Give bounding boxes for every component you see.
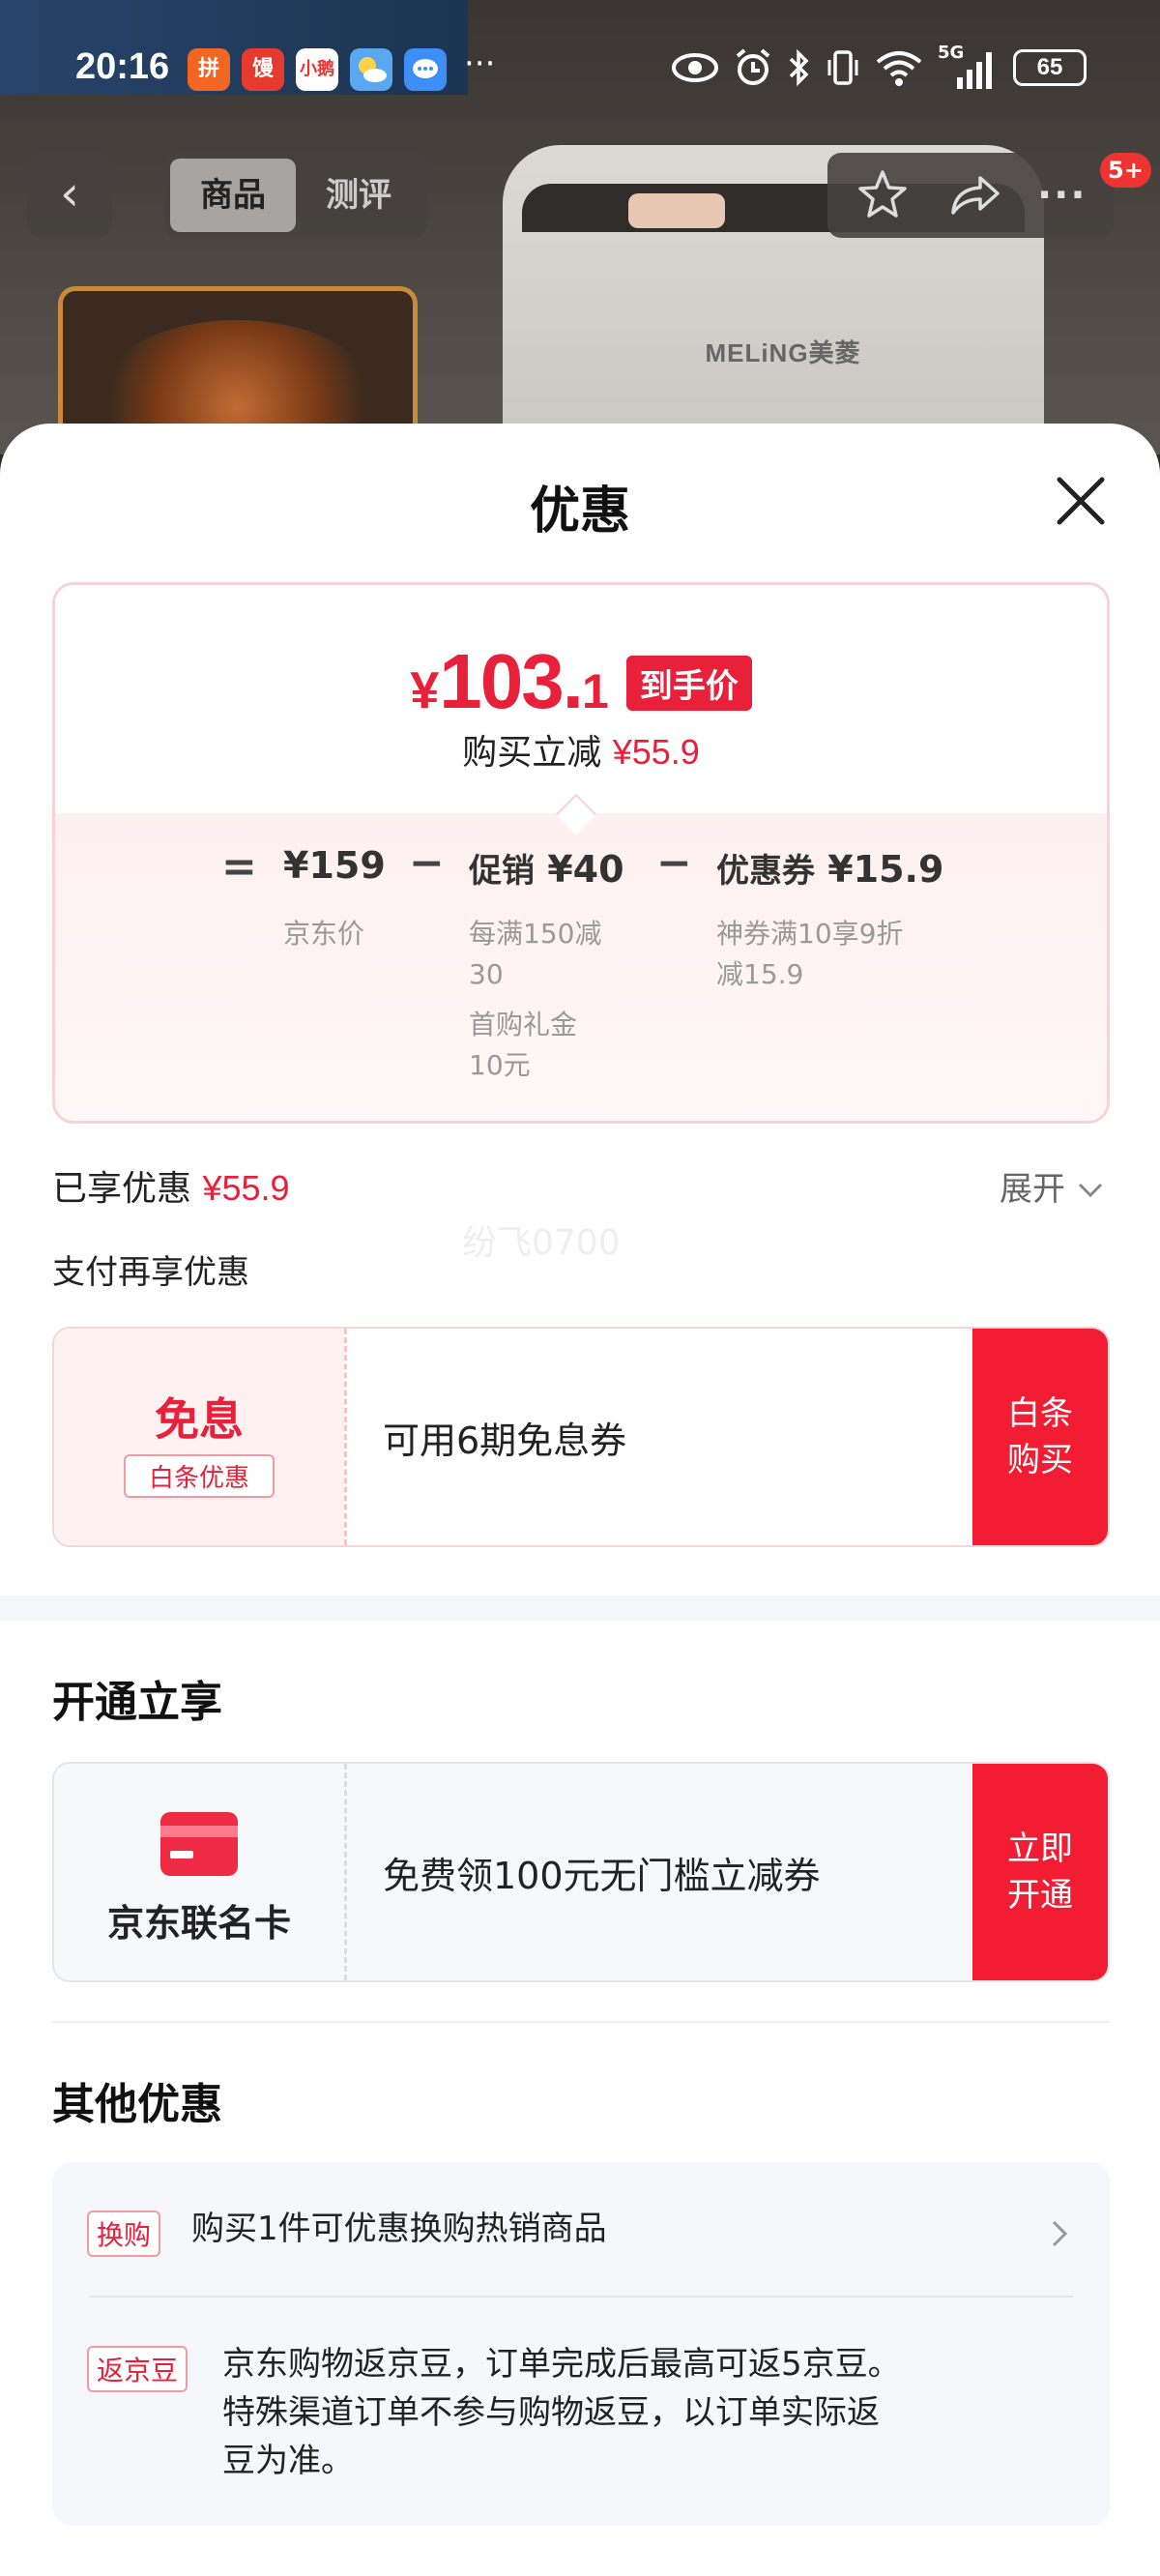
jd-bean-offer-text: 京东购物返京豆，订单完成后最高可返5京豆。 特殊渠道订单不参与购物返豆，以订单实… [222,2345,901,2480]
jd-card-left: 京东联名卡 [54,1764,344,1980]
coupon-amount: 优惠券 ¥15.9 [716,848,944,891]
bluetooth-icon [789,48,809,87]
jd-card-label: 京东联名卡 [106,1902,291,1945]
credit-card-icon [160,1812,238,1876]
final-price-row: ¥103.1 到手价 [55,637,1107,726]
baitiao-buy-button[interactable]: 白条 购买 [972,1329,1108,1545]
share-icon[interactable] [945,166,1003,224]
baitiao-tag: 白条优惠 [124,1454,275,1498]
status-banner [0,0,468,95]
coupon-divider [344,1329,347,1545]
back-button[interactable]: ‹ [27,153,112,238]
promo-note-full-reduction: 每满150减 30 [469,918,602,990]
close-icon[interactable] [1052,472,1110,530]
brand-logo: MELiNG美菱 [705,338,861,367]
section-separator [0,1595,1160,1621]
open-section-title: 开通立享 [52,1678,222,1727]
message-app-icon [404,48,447,91]
interest-free-label: 免息 [155,1393,244,1446]
status-icons: 5G 65 [671,43,1087,89]
tab-review[interactable]: 测评 [296,159,421,232]
sheet-title: 优惠 [529,483,630,541]
expand-toggle[interactable]: 展开 [1000,1162,1105,1210]
other-offers-box: 换购 购买1件可优惠换购热销商品 返京豆 京东购物返京豆，订单完成后最高可返5京… [52,2162,1110,2526]
other-offers-title: 其他优惠 [52,2080,222,2129]
alarm-icon [736,48,770,85]
final-price: ¥103.1 [410,638,609,724]
offer-divider [89,2296,1073,2298]
chevron-down-icon [1078,1183,1102,1198]
price-formula: = ¥159 京东价 − 促销 ¥40 每满150减 30 首购礼金 10元 −… [55,813,1107,1121]
baitiao-coupon-left: 免息 白条优惠 [54,1329,344,1545]
jd-price-label: 京东价 [283,918,365,950]
promo-amount: 促销 ¥40 [469,848,624,891]
exchange-tag: 换购 [87,2210,161,2257]
minus-sign: − [409,838,445,888]
weather-app-icon [350,48,392,91]
eye-icon [672,53,718,82]
star-icon[interactable] [854,166,912,224]
nav-actions: ··· [827,153,1114,238]
man-app-icon: 馒 [242,48,284,91]
exchange-offer-text[interactable]: 购买1件可优惠换购热销商品 [191,2205,607,2253]
status-bar: 20:16 拼 馒 小鹅 ··· 5G 65 [0,0,1160,95]
coupon-divider [344,1764,347,1980]
xiaoe-app-icon: 小鹅 [296,48,338,91]
message-badge: 5+ [1100,153,1151,188]
price-summary: ¥103.1 到手价 购买立减 ¥55.9 [55,585,1107,813]
jd-card-offer[interactable]: 京东联名卡 免费领100元无门槛立减券 立即 开通 [52,1762,1110,1982]
enjoyed-discount: 已享优惠 ¥55.9 [52,1168,290,1209]
divider [52,2021,1110,2023]
minus-sign-2: − [656,838,692,888]
baitiao-coupon[interactable]: 免息 白条优惠 可用6期免息券 白条 购买 [52,1327,1110,1547]
wifi-icon [876,51,922,86]
vibrate-icon [827,50,858,85]
chevron-right-icon[interactable] [1048,2216,1071,2251]
instant-reduction: 购买立减 ¥55.9 [462,732,700,773]
watermark: 纷飞0700 [462,1223,621,1263]
status-time: 20:16 [75,46,170,87]
pinduoduo-app-icon: 拼 [188,48,230,91]
tab-product[interactable]: 商品 [170,159,296,232]
open-now-button[interactable]: 立即 开通 [972,1764,1108,1980]
coupon-note: 神券满10享9折 减15.9 [716,918,904,990]
air-fryer-knob [628,193,725,228]
battery-indicator: 65 [1013,49,1087,86]
cellular-signal-icon: 5G [938,43,1000,89]
price-breakdown-card: ¥103.1 到手价 购买立减 ¥55.9 = ¥159 京东价 − 促销 ¥4… [52,582,1110,1124]
baitiao-coupon-text: 可用6期免息券 [383,1419,627,1462]
pay-discount-title: 支付再享优惠 [52,1253,249,1292]
more-notifications-icon: ··· [464,44,496,83]
final-price-tag: 到手价 [625,656,752,711]
nav-tabs: 商品 测评 [164,153,427,238]
equals-sign: = [221,842,257,892]
jd-price-value: ¥159 [283,844,386,887]
more-icon[interactable]: ··· [1037,173,1088,218]
jd-card-offer-text: 免费领100元无门槛立减券 [383,1854,821,1897]
jd-bean-tag: 返京豆 [87,2346,188,2392]
promo-note-first-purchase: 首购礼金 10元 [469,1009,578,1081]
